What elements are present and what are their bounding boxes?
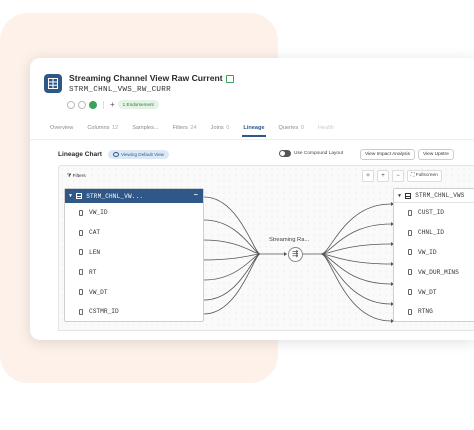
tab-health[interactable]: Health bbox=[318, 125, 334, 131]
zoom-out-icon[interactable]: − bbox=[392, 170, 404, 182]
column-icon bbox=[408, 308, 412, 315]
node-header[interactable]: ▼ STRM_CHNL_VWS bbox=[394, 189, 474, 203]
add-icon[interactable]: + bbox=[110, 100, 115, 109]
column-icon bbox=[408, 289, 412, 296]
zoom-in-icon[interactable]: + bbox=[377, 170, 389, 182]
caret-down-icon[interactable]: ▼ bbox=[69, 193, 72, 199]
tab-divider bbox=[30, 139, 474, 140]
column-row[interactable]: VW_DT bbox=[394, 282, 474, 302]
badge-row: + 1 Endorsement bbox=[67, 100, 159, 109]
process-label: Streaming Ra... bbox=[269, 237, 310, 243]
status-circle-icon[interactable] bbox=[67, 100, 75, 109]
node-title: STRM_CHNL_VWS bbox=[415, 192, 465, 199]
column-row[interactable]: VW_DUR_MINS bbox=[394, 262, 474, 282]
column-row[interactable]: VW_DT bbox=[65, 282, 203, 302]
viewing-default-view-pill[interactable]: Viewing Default View bbox=[108, 150, 169, 160]
node-header[interactable]: ▼ STRM_CHNL_VW... − bbox=[65, 189, 203, 203]
divider bbox=[103, 100, 104, 109]
caret-down-icon[interactable]: ▼ bbox=[398, 193, 401, 199]
status-check-icon[interactable] bbox=[89, 100, 97, 109]
lineage-canvas[interactable]: ⧩ Filters ✧ + − ⛶ Fullscreen ▼ STRM_CHNL… bbox=[58, 165, 474, 331]
table-asset-icon bbox=[44, 74, 62, 93]
column-icon bbox=[408, 229, 412, 236]
table-icon bbox=[405, 192, 412, 199]
table-icon bbox=[76, 193, 83, 199]
column-row[interactable]: VW_ID bbox=[65, 203, 203, 223]
lineage-chart-title: Lineage Chart bbox=[58, 151, 102, 158]
tab-bar: Overview Columns 12 Samples... Filters 2… bbox=[50, 125, 348, 137]
column-icon bbox=[408, 269, 412, 276]
column-row[interactable]: RTNG bbox=[394, 302, 474, 322]
column-row[interactable]: CUST_ID bbox=[394, 203, 474, 223]
filters-button[interactable]: ⧩ Filters bbox=[67, 173, 86, 179]
tab-joins[interactable]: Joins 0 bbox=[211, 125, 230, 131]
column-icon bbox=[79, 209, 83, 216]
column-row[interactable]: RT bbox=[65, 262, 203, 282]
compound-layout-label: Use Compound Layout bbox=[294, 151, 344, 156]
node-title: STRM_CHNL_VW... bbox=[86, 192, 144, 200]
tab-columns[interactable]: Columns 12 bbox=[87, 125, 118, 131]
column-icon bbox=[79, 289, 83, 296]
eye-icon bbox=[113, 152, 119, 158]
lineage-node-source[interactable]: ▼ STRM_CHNL_VW... − VW_ID CAT LEN RT VW_… bbox=[64, 188, 204, 322]
process-node-icon[interactable]: ⇶ bbox=[288, 247, 303, 262]
column-row[interactable]: LEN bbox=[65, 243, 203, 263]
column-icon bbox=[408, 249, 412, 256]
column-row[interactable]: CSTMR_ID bbox=[65, 302, 203, 322]
column-icon bbox=[79, 269, 83, 276]
endorsement-badge[interactable]: 1 Endorsement bbox=[117, 100, 159, 109]
status-circle-icon[interactable] bbox=[78, 100, 86, 109]
lineage-node-target[interactable]: ▼ STRM_CHNL_VWS CUST_ID CHNL_ID VW_ID VW… bbox=[393, 188, 474, 322]
column-row[interactable]: CHNL_ID bbox=[394, 223, 474, 243]
column-icon bbox=[79, 229, 83, 236]
view-upstream-button[interactable]: View Upstre bbox=[418, 149, 454, 160]
column-icon bbox=[79, 249, 83, 256]
tab-overview[interactable]: Overview bbox=[50, 125, 73, 131]
asset-subtitle: STRM_CHNL_VWS_RW_CURR bbox=[69, 86, 171, 94]
column-icon bbox=[79, 308, 83, 315]
column-icon bbox=[408, 209, 412, 216]
tab-filters[interactable]: Filters 24 bbox=[173, 125, 197, 131]
asset-title-text: Streaming Channel View Raw Current bbox=[69, 73, 223, 83]
collapse-icon[interactable]: − bbox=[194, 192, 198, 200]
fit-view-icon[interactable]: ✧ bbox=[362, 170, 374, 182]
fullscreen-button[interactable]: ⛶ Fullscreen bbox=[407, 170, 442, 182]
column-row[interactable]: VW_ID bbox=[394, 243, 474, 263]
certified-icon bbox=[225, 74, 234, 83]
tab-samples[interactable]: Samples... bbox=[132, 125, 158, 131]
asset-title: Streaming Channel View Raw Current bbox=[69, 73, 234, 83]
tab-queries[interactable]: Queries 0 bbox=[279, 125, 304, 131]
compound-layout-toggle[interactable] bbox=[279, 150, 291, 157]
tab-lineage[interactable]: Lineage bbox=[242, 125, 266, 137]
asset-card: Streaming Channel View Raw Current STRM_… bbox=[30, 58, 474, 340]
column-row[interactable]: CAT bbox=[65, 223, 203, 243]
view-impact-analysis-button[interactable]: View Impact Analysis bbox=[360, 149, 415, 160]
canvas-controls: ✧ + − ⛶ Fullscreen bbox=[362, 170, 442, 182]
